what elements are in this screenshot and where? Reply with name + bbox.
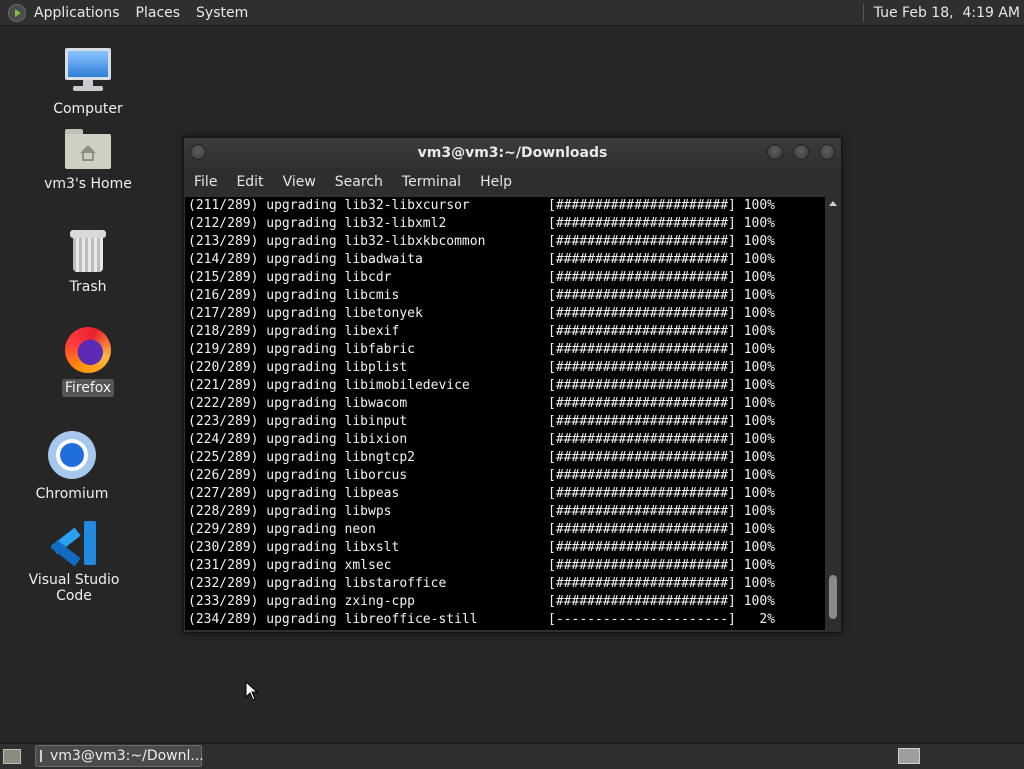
terminal-line: (217/289) upgrading libetonyek [########… bbox=[188, 306, 775, 321]
vscode-icon bbox=[50, 521, 96, 567]
terminal-line: (218/289) upgrading libexif [###########… bbox=[188, 324, 775, 339]
clock[interactable]: Tue Feb 18, 4:19 AM bbox=[874, 5, 1020, 21]
computer-icon bbox=[63, 46, 113, 94]
taskbar-item-terminal[interactable]: vm3@vm3:~/Downl... bbox=[35, 745, 204, 767]
scroll-up-arrow-icon[interactable] bbox=[829, 201, 837, 206]
terminal-window[interactable]: vm3@vm3:~/Downloads File Edit View Searc… bbox=[183, 137, 842, 633]
minimize-button[interactable] bbox=[767, 144, 783, 160]
desktop-icon-label: Visual Studio Code bbox=[28, 572, 120, 604]
terminal-line: (223/289) upgrading libinput [##########… bbox=[188, 414, 775, 429]
desktop-icon-label: Chromium bbox=[35, 486, 109, 502]
home-folder-icon bbox=[65, 129, 111, 169]
desktop-icon-computer[interactable]: Computer bbox=[28, 46, 148, 118]
terminal-line: (221/289) upgrading libimobiledevice [##… bbox=[188, 378, 775, 393]
terminal-line: (220/289) upgrading libplist [##########… bbox=[188, 360, 775, 375]
terminal-output[interactable]: (211/289) upgrading lib32-libxcursor [##… bbox=[185, 197, 825, 630]
desktop-icon-firefox[interactable]: Firefox bbox=[28, 327, 148, 397]
terminal-line: (233/289) upgrading zxing-cpp [#########… bbox=[188, 594, 775, 609]
desktop-icon-trash[interactable]: Trash bbox=[28, 230, 148, 296]
top-panel: Applications Places System Tue Feb 18, 4… bbox=[0, 0, 1024, 26]
terminal-line: (224/289) upgrading libixion [##########… bbox=[188, 432, 775, 447]
terminal-line: (215/289) upgrading libcdr [############… bbox=[188, 270, 775, 285]
maximize-button[interactable] bbox=[793, 144, 809, 160]
menu-help[interactable]: Help bbox=[480, 174, 512, 190]
applications-menu-icon[interactable] bbox=[8, 3, 26, 22]
terminal-line: (213/289) upgrading lib32-libxkbcommon [… bbox=[188, 234, 775, 249]
desktop-icon-label: vm3's Home bbox=[44, 176, 132, 192]
scrollbar-thumb[interactable] bbox=[829, 575, 837, 619]
terminal-line: (211/289) upgrading lib32-libxcursor [##… bbox=[188, 198, 775, 213]
clock-area: Tue Feb 18, 4:19 AM bbox=[862, 3, 1024, 22]
menu-edit[interactable]: Edit bbox=[236, 174, 263, 190]
bottom-panel: vm3@vm3:~/Downl... bbox=[0, 743, 1024, 769]
terminal-line: (230/289) upgrading libxslt [###########… bbox=[188, 540, 775, 555]
trash-icon bbox=[70, 230, 106, 272]
desktop-icon-home[interactable]: vm3's Home bbox=[28, 129, 148, 193]
window-titlebar[interactable]: vm3@vm3:~/Downloads bbox=[184, 138, 841, 168]
terminal-line: (214/289) upgrading libadwaita [########… bbox=[188, 252, 775, 267]
panel-separator bbox=[862, 3, 864, 22]
terminal-line: (231/289) upgrading xmlsec [############… bbox=[188, 558, 775, 573]
terminal-line: (222/289) upgrading libwacom [##########… bbox=[188, 396, 775, 411]
desktop-icon-chromium[interactable]: Chromium bbox=[12, 431, 132, 503]
desktop-icon-label: Firefox bbox=[61, 379, 115, 397]
terminal-scrollbar[interactable] bbox=[826, 197, 840, 630]
menu-view[interactable]: View bbox=[283, 174, 316, 190]
close-button[interactable] bbox=[819, 144, 835, 160]
menu-file[interactable]: File bbox=[194, 174, 217, 190]
terminal-line: (234/289) upgrading libreoffice-still [-… bbox=[188, 612, 775, 627]
terminal-line: (216/289) upgrading libcmis [###########… bbox=[188, 288, 775, 303]
terminal-line: (232/289) upgrading libstaroffice [#####… bbox=[188, 576, 775, 591]
chromium-icon bbox=[48, 431, 96, 479]
menu-system[interactable]: System bbox=[196, 5, 248, 21]
desktop-icon-label: Computer bbox=[53, 101, 123, 117]
desktop-icon-label: Trash bbox=[69, 279, 107, 295]
show-desktop-icon[interactable] bbox=[3, 749, 21, 764]
desktop-icon-vscode[interactable]: Visual Studio Code bbox=[14, 521, 134, 605]
menu-applications[interactable]: Applications bbox=[34, 5, 120, 21]
menu-terminal[interactable]: Terminal bbox=[402, 174, 461, 190]
terminal-line: (229/289) upgrading neon [##############… bbox=[188, 522, 775, 537]
firefox-icon bbox=[65, 327, 111, 373]
terminal-line: (219/289) upgrading libfabric [#########… bbox=[188, 342, 775, 357]
taskbar-item-label: vm3@vm3:~/Downl... bbox=[50, 748, 204, 764]
menu-search[interactable]: Search bbox=[335, 174, 383, 190]
workspace-switcher[interactable] bbox=[898, 748, 920, 764]
terminal-menubar: File Edit View Search Terminal Help bbox=[184, 168, 841, 196]
terminal-line: (226/289) upgrading liborcus [##########… bbox=[188, 468, 775, 483]
window-title: vm3@vm3:~/Downloads bbox=[417, 145, 608, 161]
menu-places[interactable]: Places bbox=[136, 5, 181, 21]
terminal-icon bbox=[40, 750, 42, 762]
terminal-line: (227/289) upgrading libpeas [###########… bbox=[188, 486, 775, 501]
terminal-line: (212/289) upgrading lib32-libxml2 [#####… bbox=[188, 216, 775, 231]
terminal-line: (225/289) upgrading libngtcp2 [#########… bbox=[188, 450, 775, 465]
window-menu-button[interactable] bbox=[190, 144, 206, 160]
terminal-line: (228/289) upgrading libwps [############… bbox=[188, 504, 775, 519]
